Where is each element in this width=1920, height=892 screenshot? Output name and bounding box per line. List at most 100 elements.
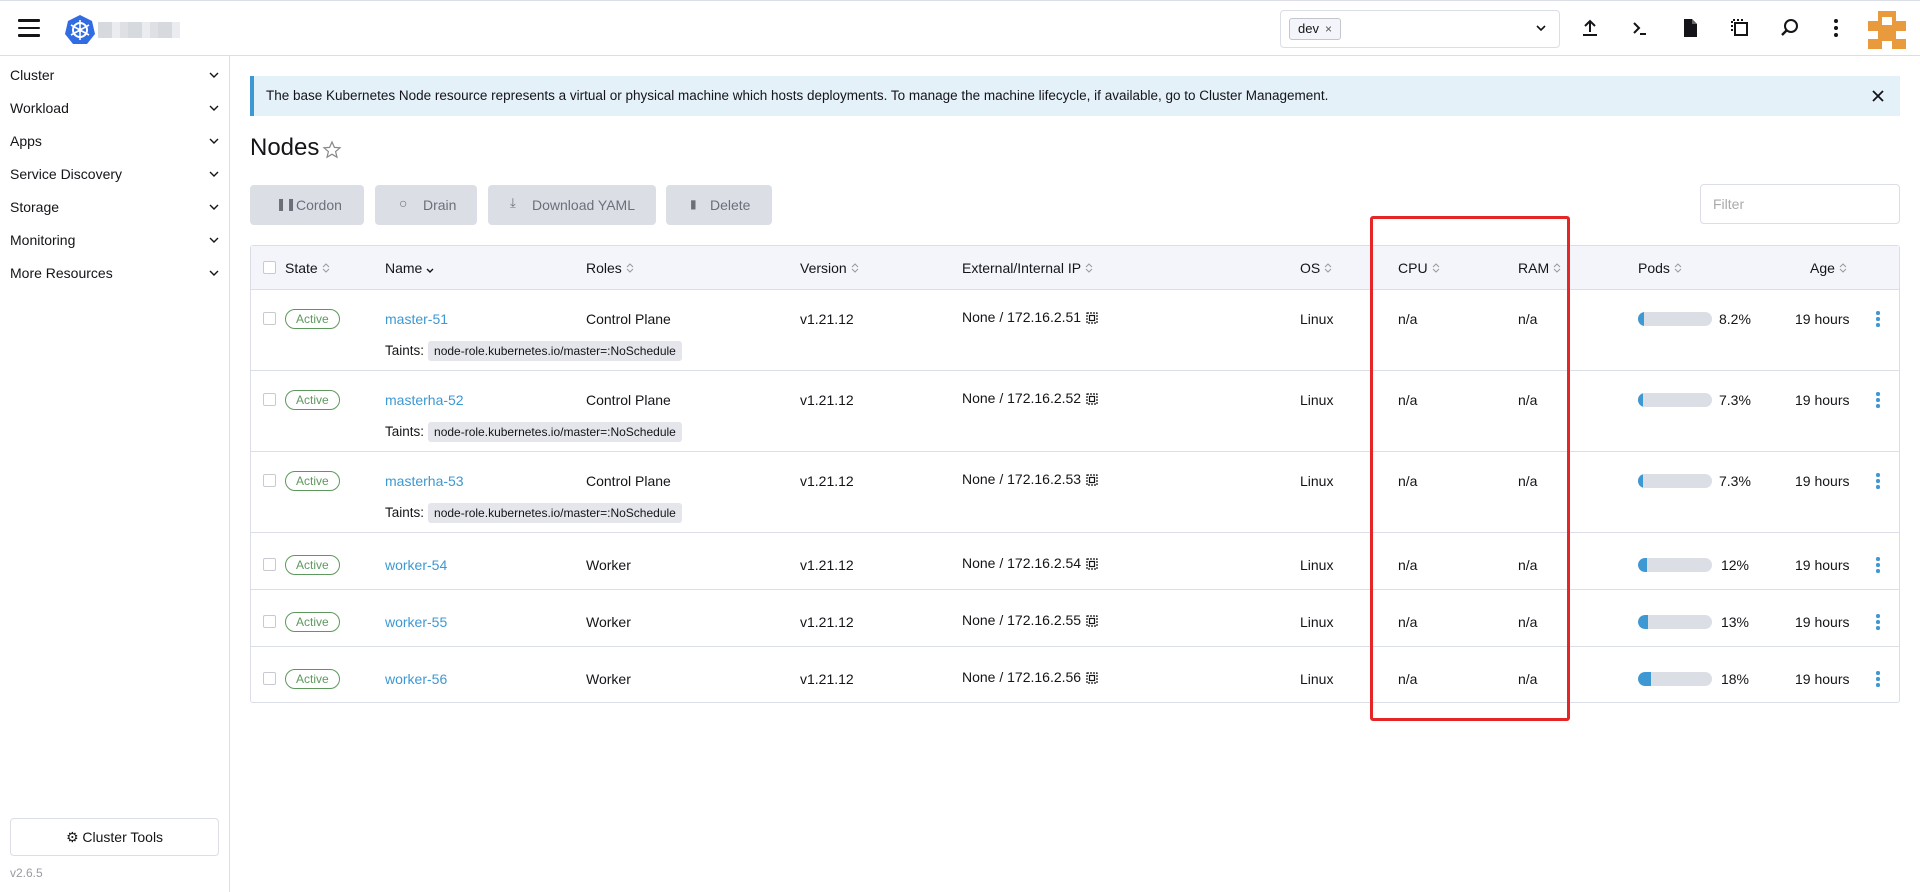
column-header-pods[interactable]: Pods: [1638, 246, 1682, 290]
kebab-menu-icon[interactable]: [1873, 473, 1883, 489]
taints-label: Taints:: [385, 424, 425, 439]
row-checkbox[interactable]: [263, 312, 276, 325]
row-checkbox[interactable]: [263, 615, 276, 628]
delete-button[interactable]: ▮ Delete: [666, 185, 772, 225]
column-header-state[interactable]: State: [285, 246, 330, 290]
hamburger-icon[interactable]: [18, 19, 40, 37]
download-yaml-button[interactable]: ⤓ Download YAML: [488, 185, 656, 225]
select-all-checkbox[interactable]: [263, 261, 276, 274]
node-name-link[interactable]: master-51: [385, 311, 448, 327]
clipboard-icon[interactable]: [1085, 613, 1099, 627]
column-header-name[interactable]: Name: [385, 246, 434, 290]
node-name-link[interactable]: masterha-53: [385, 473, 464, 489]
namespace-selector[interactable]: dev ×: [1280, 10, 1560, 48]
table-row[interactable]: Active worker-55 Worker v1.21.12 None / 172.…: [251, 590, 1899, 647]
chevron-down-icon[interactable]: [1535, 22, 1547, 34]
sidebar: Cluster Workload Apps Service Discovery …: [0, 56, 230, 892]
sidebar-group-cluster[interactable]: Cluster: [0, 59, 229, 92]
status-badge: Active: [285, 390, 340, 410]
node-name-link[interactable]: masterha-52: [385, 392, 464, 408]
clipboard-icon[interactable]: [1085, 472, 1099, 486]
clipboard-icon[interactable]: [1085, 556, 1099, 570]
chevron-down-icon: [209, 237, 219, 243]
row-checkbox[interactable]: [263, 558, 276, 571]
column-header-ram[interactable]: RAM: [1518, 246, 1561, 290]
node-name-link[interactable]: worker-56: [385, 671, 447, 687]
sidebar-group-workload[interactable]: Workload: [0, 92, 229, 125]
close-icon[interactable]: [1870, 88, 1886, 104]
taints-label: Taints:: [385, 343, 425, 358]
clipboard-icon[interactable]: [1085, 310, 1099, 324]
node-ram: n/a: [1518, 392, 1538, 408]
node-roles: Worker: [586, 557, 631, 573]
table-row[interactable]: Active master-51 Control Plane v1.21.12 None…: [251, 290, 1899, 371]
pods-usage-bar: [1638, 393, 1712, 407]
column-header-age[interactable]: Age: [1810, 246, 1847, 290]
terminal-icon[interactable]: [1628, 16, 1652, 40]
chevron-down-icon: [209, 138, 219, 144]
node-name-link[interactable]: worker-54: [385, 557, 447, 573]
status-badge: Active: [285, 612, 340, 632]
filter-input[interactable]: [1700, 184, 1900, 224]
sidebar-group-label: Apps: [10, 133, 42, 149]
file-icon[interactable]: [1678, 16, 1702, 40]
user-avatar[interactable]: [1868, 11, 1906, 49]
table-row[interactable]: Active masterha-53 Control Plane v1.21.12 No…: [251, 452, 1899, 533]
table-row[interactable]: Active masterha-52 Control Plane v1.21.12 No…: [251, 371, 1899, 452]
sidebar-group-more-resources[interactable]: More Resources: [0, 257, 229, 290]
upload-icon[interactable]: [1578, 16, 1602, 40]
column-header-roles[interactable]: Roles: [586, 246, 634, 290]
kebab-menu-icon[interactable]: [1873, 557, 1883, 573]
search-icon[interactable]: [1778, 16, 1802, 40]
node-os: Linux: [1300, 473, 1334, 489]
drain-button[interactable]: ○ Drain: [375, 185, 477, 225]
cluster-tools-button[interactable]: ⚙ Cluster Tools: [10, 818, 219, 856]
star-icon[interactable]: [322, 140, 342, 160]
kebab-menu-icon[interactable]: [1873, 671, 1883, 687]
row-checkbox[interactable]: [263, 474, 276, 487]
sort-icon: [322, 263, 330, 273]
sidebar-group-storage[interactable]: Storage: [0, 191, 229, 224]
sidebar-group-monitoring[interactable]: Monitoring: [0, 224, 229, 257]
sidebar-group-apps[interactable]: Apps: [0, 125, 229, 158]
kebab-menu-icon[interactable]: [1873, 311, 1883, 327]
table-row[interactable]: Active worker-56 Worker v1.21.12 None / 172.…: [251, 647, 1899, 704]
node-ip: None / 172.16.2.55: [962, 612, 1099, 628]
pods-usage-bar: [1638, 474, 1712, 488]
kebab-menu-icon[interactable]: [1873, 614, 1883, 630]
node-cpu: n/a: [1398, 614, 1418, 630]
row-checkbox[interactable]: [263, 672, 276, 685]
more-vertical-icon[interactable]: [1824, 16, 1848, 40]
column-header-version[interactable]: Version: [800, 246, 859, 290]
pods-percent: 7.3%: [1719, 392, 1751, 408]
row-checkbox[interactable]: [263, 393, 276, 406]
pods-usage-bar: [1638, 558, 1712, 572]
node-ram: n/a: [1518, 614, 1538, 630]
table-row[interactable]: Active worker-54 Worker v1.21.12 None / 172.…: [251, 533, 1899, 590]
node-name-link[interactable]: worker-55: [385, 614, 447, 630]
node-ip: None / 172.16.2.51: [962, 309, 1099, 325]
column-header-cpu[interactable]: CPU: [1398, 246, 1440, 290]
cordon-button[interactable]: ❚❚ Cordon: [250, 185, 364, 225]
node-os: Linux: [1300, 557, 1334, 573]
download-yaml-label: Download YAML: [532, 197, 635, 213]
namespace-chip-remove[interactable]: ×: [1325, 22, 1332, 36]
chevron-down-icon: [209, 171, 219, 177]
pods-percent: 18%: [1720, 671, 1749, 687]
pods-usage-fill: [1638, 672, 1652, 686]
sort-icon: [1839, 263, 1847, 273]
node-age: 19 hours: [1795, 473, 1850, 489]
node-ip-text: None / 172.16.2.55: [962, 612, 1082, 628]
taints-label: Taints:: [385, 505, 425, 520]
clipboard-icon[interactable]: [1085, 670, 1099, 684]
kubernetes-logo-icon[interactable]: [64, 14, 96, 46]
sidebar-group-service-discovery[interactable]: Service Discovery: [0, 158, 229, 191]
sort-icon: [626, 263, 634, 273]
clipboard-icon[interactable]: [1085, 391, 1099, 405]
column-header-os[interactable]: OS: [1300, 246, 1332, 290]
copy-config-icon[interactable]: [1728, 16, 1752, 40]
kebab-menu-icon[interactable]: [1873, 392, 1883, 408]
column-header-ip[interactable]: External/Internal IP: [962, 246, 1093, 290]
status-badge: Active: [285, 555, 340, 575]
sort-icon: [1432, 263, 1439, 273]
